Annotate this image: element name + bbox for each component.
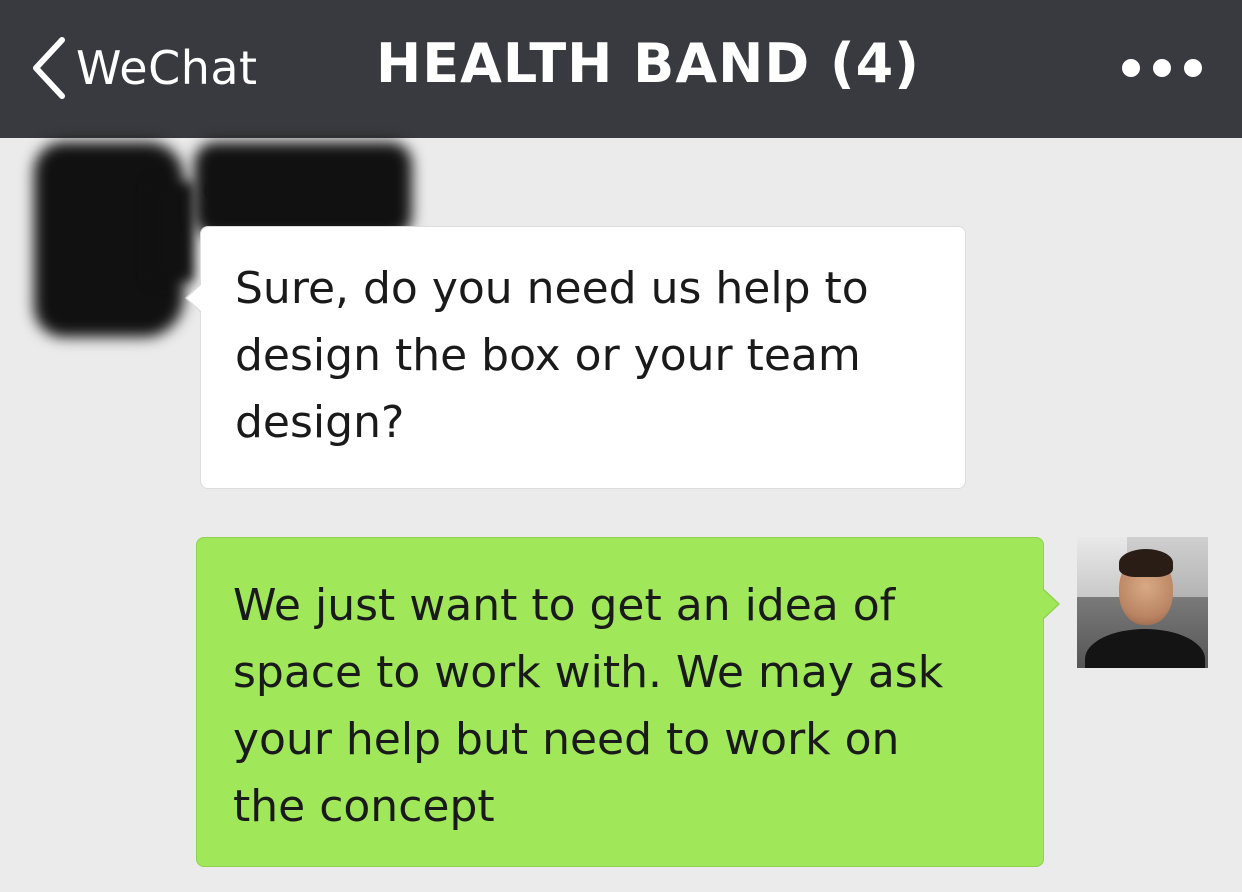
avatar-redaction-patch: [150, 182, 194, 282]
avatar[interactable]: [1077, 537, 1208, 668]
outgoing-message-bubble[interactable]: We just want to get an idea of space to …: [196, 537, 1060, 867]
back-button[interactable]: WeChat: [28, 28, 258, 108]
back-label: WeChat: [76, 41, 258, 95]
incoming-message-bubble[interactable]: Sure, do you need us help to design the …: [185, 226, 966, 489]
name-redaction: [194, 142, 412, 238]
more-options-button[interactable]: [1122, 50, 1202, 86]
navigation-bar: WeChat HEALTH BAND (4): [0, 0, 1242, 138]
avatar-hair: [1119, 549, 1173, 577]
message-text: Sure, do you need us help to design the …: [235, 263, 869, 448]
chevron-left-icon: [28, 36, 68, 100]
more-horizontal-icon-dot: [1184, 59, 1202, 77]
chat-title: HEALTH BAND (4): [376, 32, 920, 95]
message-text: We just want to get an idea of space to …: [233, 580, 944, 832]
more-horizontal-icon-dot: [1153, 59, 1171, 77]
more-horizontal-icon: [1122, 59, 1140, 77]
